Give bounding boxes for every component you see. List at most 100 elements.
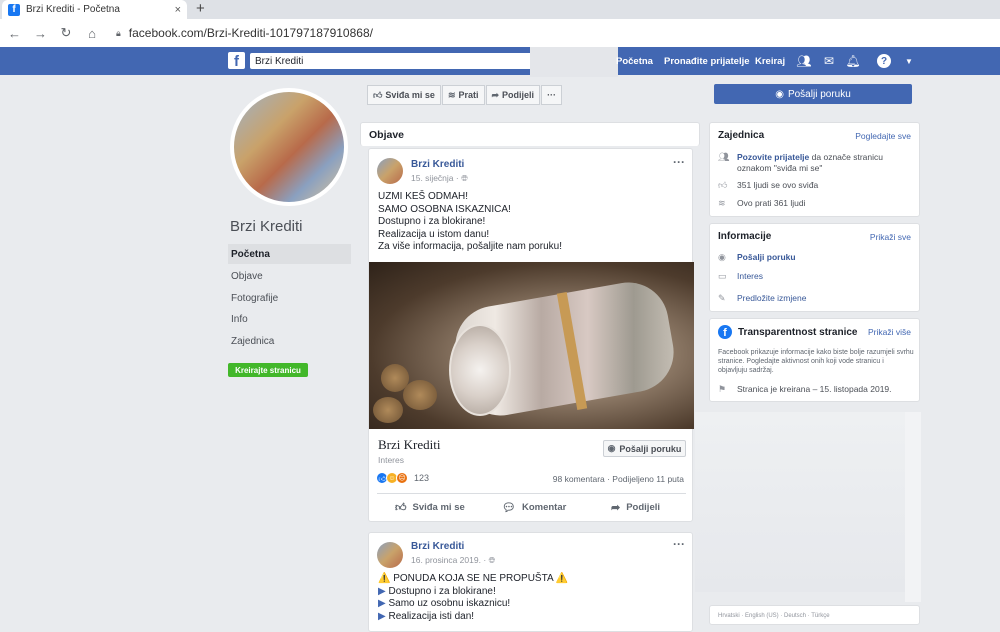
- link-send-message-button[interactable]: ◉ Pošalji poruku: [603, 440, 686, 457]
- post-options-icon[interactable]: ···: [673, 155, 685, 169]
- community-see-all-link[interactable]: Pogledajte sve: [855, 131, 911, 141]
- language-links[interactable]: Hrvatski · English (US) · Deutsch · Türk…: [718, 613, 830, 619]
- url-field[interactable]: 🔒︎ facebook.com/Brzi-Krediti-10179718791…: [116, 26, 373, 40]
- post-share-button[interactable]: ➦ Podijeli: [611, 501, 660, 514]
- banknote-roll-end-shape: [449, 324, 511, 416]
- facebook-logo-icon[interactable]: f: [228, 52, 245, 69]
- tab-close-icon[interactable]: ×: [175, 4, 181, 16]
- post-author-name[interactable]: Brzi Krediti: [411, 159, 464, 170]
- follows-count-item: ≋ Ovo prati 361 ljudi: [718, 198, 806, 209]
- post-line: ▶ Dostupno i za blokirane!: [378, 586, 568, 599]
- page-transparency-card: f Transparentnost stranice Prikaži više …: [709, 318, 920, 402]
- post-line: Dostupno i za blokirane!: [378, 216, 486, 227]
- post-options-icon[interactable]: ···: [673, 537, 685, 551]
- post-line-text: Realizacija isti dan!: [388, 610, 475, 622]
- notifications-bell-icon[interactable]: 🔔︎: [845, 53, 861, 69]
- create-page-button[interactable]: Kreirajte stranicu: [228, 363, 308, 377]
- play-icon: ▶: [378, 598, 389, 609]
- back-arrow-icon[interactable]: ←: [8, 26, 21, 41]
- nav-home[interactable]: Početna: [616, 56, 653, 67]
- facebook-favicon-icon: f: [8, 3, 20, 16]
- home-icon[interactable]: ⌂: [86, 26, 98, 41]
- follow-page-button[interactable]: ≋ Prati: [441, 85, 485, 105]
- flag-icon: ⚑: [718, 384, 727, 394]
- page-created-text: Stranica je kreirana – 15. listopada 201…: [737, 384, 892, 394]
- info-message-link[interactable]: Pošalji poruku: [737, 252, 796, 263]
- follow-page-label: Prati: [458, 90, 479, 100]
- link-page-name[interactable]: Brzi Krediti: [378, 437, 440, 453]
- tab-title: Brzi Krediti - Početna: [26, 4, 120, 15]
- post-date[interactable]: 15. siječnja · 🌐︎: [411, 173, 468, 184]
- folder-icon: ▭: [718, 271, 727, 281]
- post-stats[interactable]: 98 komentara · Podijeljeno 11 puta: [553, 474, 684, 484]
- globe-icon: 🌐︎: [488, 555, 496, 565]
- page-action-bar: 👍︎ Sviđa mi se ≋ Prati ➦ Podijeli ···: [367, 85, 563, 105]
- follows-count-text: Ovo prati 361 ljudi: [737, 198, 806, 208]
- page-created-item: ⚑ Stranica je kreirana – 15. listopada 2…: [718, 384, 892, 395]
- post-author-avatar[interactable]: [377, 542, 403, 568]
- left-nav-home[interactable]: Početna: [228, 244, 351, 264]
- post-like-button[interactable]: 👍︎ Sviđa mi se: [395, 501, 465, 514]
- share-page-label: Podijeli: [502, 90, 535, 100]
- post-line: Za više informacija, pošaljite nam poruk…: [378, 241, 562, 252]
- browser-tab[interactable]: f Brzi Krediti - Početna ×: [2, 0, 187, 19]
- post-card: Brzi Krediti 15. siječnja · 🌐︎ ··· UZMI …: [368, 148, 694, 522]
- page-title: Brzi Krediti: [230, 218, 303, 235]
- nav-create[interactable]: Kreiraj: [755, 56, 785, 67]
- new-tab-button[interactable]: +: [196, 0, 205, 18]
- share-page-button[interactable]: ➦ Podijeli: [485, 85, 541, 105]
- comment-icon: 💬︎: [502, 502, 516, 514]
- play-icon: ▶: [378, 585, 389, 597]
- search-value: Brzi Krediti: [255, 55, 304, 67]
- invite-friends-item: 👥︎ Pozovite prijatelje da označe stranic…: [718, 152, 913, 174]
- info-category-item: ▭ Interes: [718, 271, 763, 282]
- invite-text-wrap: Pozovite prijatelje da označe stranicu o…: [737, 152, 913, 174]
- post-share-label: Podijeli: [626, 502, 661, 513]
- page-profile-picture[interactable]: [230, 88, 348, 206]
- search-input[interactable]: Brzi Krediti ⌕: [250, 53, 540, 69]
- left-nav-photos[interactable]: Fotografije: [228, 288, 351, 308]
- suggest-edits-link[interactable]: Predložite izmjene: [737, 293, 806, 304]
- messenger-icon: ◉: [775, 88, 784, 100]
- messenger-icon[interactable]: ✉: [821, 53, 837, 69]
- post-date-text: 15. siječnja: [411, 173, 454, 183]
- post-text: ⚠️ PONUDA KOJA SE NE PROPUŠTA ⚠️ ▶ Dostu…: [378, 573, 568, 623]
- post-comment-button[interactable]: 💬︎ Komentar: [502, 501, 566, 514]
- community-title: Zajednica: [718, 130, 765, 141]
- address-bar: ← → ↻ ⌂ 🔒︎ facebook.com/Brzi-Krediti-101…: [0, 19, 1000, 47]
- forward-arrow-icon[interactable]: →: [34, 26, 47, 41]
- reload-icon[interactable]: ↻: [60, 25, 72, 41]
- post-image-money-roll[interactable]: [369, 262, 694, 429]
- friend-requests-icon[interactable]: 👥︎: [796, 53, 812, 69]
- help-icon[interactable]: ?: [877, 54, 891, 68]
- thumbs-up-icon: 👍︎: [395, 502, 407, 514]
- like-page-button[interactable]: 👍︎ Sviđa mi se: [367, 85, 441, 105]
- nav-find-friends[interactable]: Pronađite prijatelje: [664, 56, 750, 67]
- suggest-edits-item[interactable]: ✎ Predložite izmjene: [718, 293, 806, 304]
- info-message-item[interactable]: ◉ Pošalji poruku: [718, 252, 796, 263]
- left-nav-info[interactable]: Info: [228, 309, 351, 329]
- left-nav-posts[interactable]: Objave: [228, 266, 351, 286]
- coin-shape: [373, 397, 403, 423]
- send-message-label: Pošalji poruku: [787, 88, 851, 100]
- info-category-link[interactable]: Interes: [737, 271, 763, 282]
- post-date[interactable]: 16. prosinca 2019. · 🌐︎: [411, 555, 495, 566]
- url-text: facebook.com/Brzi-Krediti-10179718791086…: [128, 26, 373, 40]
- account-menu-chevron-icon[interactable]: ▼: [901, 53, 917, 69]
- more-options-button[interactable]: ···: [541, 85, 563, 105]
- post-author-name[interactable]: Brzi Krediti: [411, 541, 464, 552]
- send-message-button[interactable]: ◉ Pošalji poruku: [714, 84, 912, 104]
- post-line: ⚠️ PONUDA KOJA SE NE PROPUŠTA ⚠️: [378, 573, 569, 584]
- coin-shape: [403, 380, 437, 410]
- thumbs-up-icon: 👍︎: [373, 89, 383, 100]
- rss-icon: ≋: [718, 198, 726, 208]
- post-line: ▶ Realizacija isti dan!: [378, 611, 568, 624]
- transparency-see-more-link[interactable]: Prikaži više: [868, 327, 911, 337]
- post-author-avatar[interactable]: [377, 158, 403, 184]
- left-nav-community[interactable]: Zajednica: [228, 331, 351, 351]
- info-see-all-link[interactable]: Prikaži sve: [870, 232, 911, 242]
- redacted-ad-area-edge: [905, 412, 921, 602]
- reactions-summary[interactable]: 👍︎ ☺ ☹ 123: [376, 472, 429, 484]
- like-page-label: Sviđa mi se: [385, 90, 435, 100]
- invite-friends-link[interactable]: Pozovite prijatelje: [737, 152, 809, 162]
